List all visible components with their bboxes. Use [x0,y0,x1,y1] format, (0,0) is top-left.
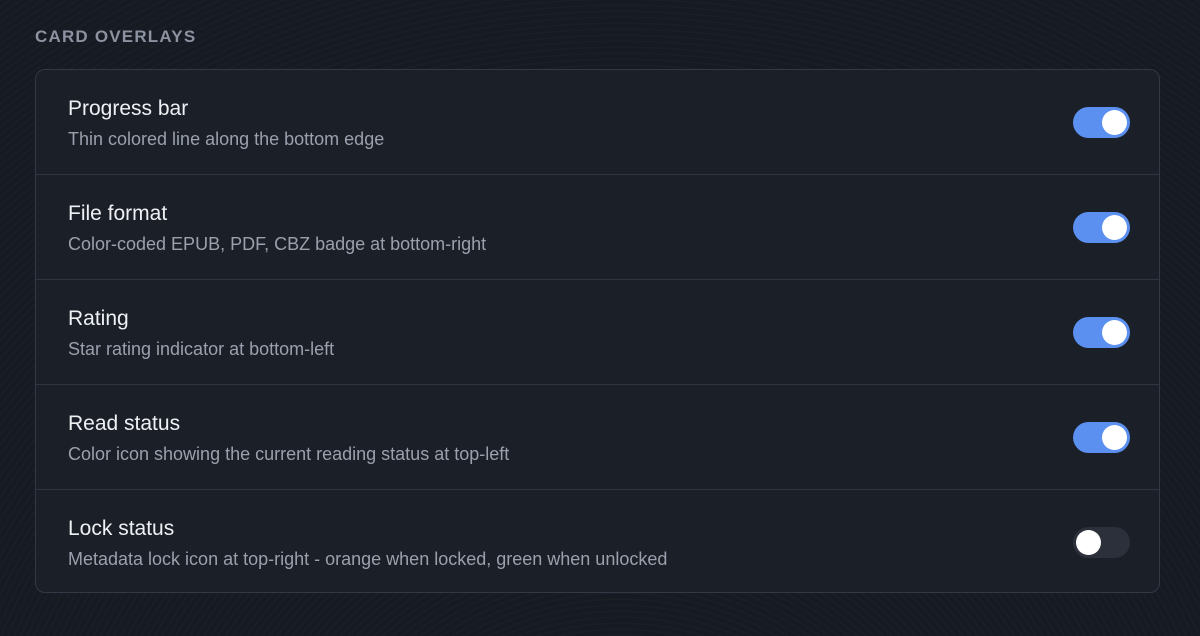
setting-row-progress-bar: Progress bar Thin colored line along the… [36,70,1159,175]
setting-title: Lock status [68,517,175,540]
setting-description: Star rating indicator at bottom-left [68,339,335,359]
setting-title: Read status [68,412,181,435]
lock-status-toggle[interactable] [1073,527,1130,558]
read-status-toggle[interactable] [1073,422,1130,453]
progress-bar-toggle[interactable] [1073,107,1130,138]
toggle-knob [1102,215,1127,240]
settings-page: CARD OVERLAYS Progress bar Thin colored … [0,0,1200,636]
toggle-knob [1102,320,1127,345]
setting-title: Rating [68,307,129,330]
setting-row-rating: Rating Star rating indicator at bottom-l… [36,280,1159,385]
setting-row-file-format: File format Color-coded EPUB, PDF, CBZ b… [36,175,1159,280]
toggle-knob [1102,110,1127,135]
section-title: CARD OVERLAYS [35,27,197,46]
setting-description: Thin colored line along the bottom edge [68,129,385,149]
setting-description: Metadata lock icon at top-right - orange… [68,549,668,569]
setting-description: Color-coded EPUB, PDF, CBZ badge at bott… [68,234,487,254]
setting-row-lock-status: Lock status Metadata lock icon at top-ri… [36,490,1159,592]
setting-title: File format [68,202,168,225]
card-overlays-panel: Progress bar Thin colored line along the… [35,69,1160,593]
setting-description: Color icon showing the current reading s… [68,444,510,464]
setting-title: Progress bar [68,97,189,120]
setting-row-read-status: Read status Color icon showing the curre… [36,385,1159,490]
file-format-toggle[interactable] [1073,212,1130,243]
toggle-knob [1102,425,1127,450]
rating-toggle[interactable] [1073,317,1130,348]
toggle-knob [1076,530,1101,555]
